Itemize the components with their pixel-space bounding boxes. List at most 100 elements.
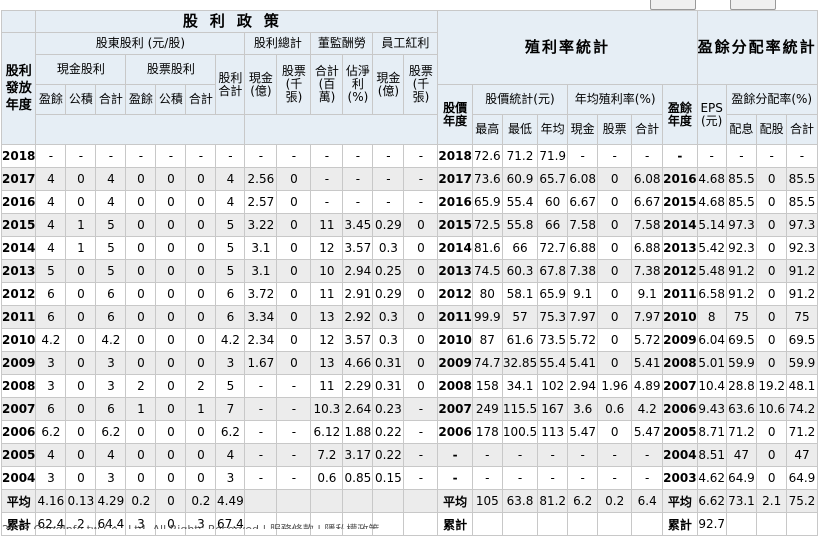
yield-section-header: 殖利率統計 xyxy=(437,10,698,85)
average-cell: 81.2 xyxy=(537,489,569,513)
table-cell: - xyxy=(372,167,405,191)
table-cell: 7 xyxy=(215,397,246,421)
table-row: 2015 4 1 5 0 0 0 5 3.22 0 11 3.45 0.29 0 2015 72.5 55.8 6… xyxy=(0,213,818,237)
table-cell: 0 xyxy=(597,213,633,237)
col-yield-cash: 現金 xyxy=(567,114,599,145)
table-cell: 0 xyxy=(65,167,97,191)
table-cell: 2 xyxy=(185,374,217,398)
col-avg-yield: 年均殖利率(%) xyxy=(567,84,664,115)
average-cell: 73.1 xyxy=(725,489,758,513)
table-cell: 2014 xyxy=(437,236,473,260)
table-cell: 69.5 xyxy=(786,328,818,352)
table-cell: 4.2 xyxy=(35,328,67,352)
table-cell: 5.72 xyxy=(631,328,664,352)
table-cell: 5.14 xyxy=(696,213,727,237)
average-cell xyxy=(342,489,374,513)
table-cell: 3.22 xyxy=(244,213,278,237)
toolbar-button-1[interactable] xyxy=(650,0,696,10)
table-cell: 2.64 xyxy=(342,397,374,421)
table-cell: 0 xyxy=(155,397,187,421)
table-cell: 5.41 xyxy=(631,351,664,375)
col-stock-1000: 股票(千張) xyxy=(276,54,312,115)
table-cell: 2.57 xyxy=(244,190,278,214)
col-share-price-year: 股價年度 xyxy=(437,84,473,145)
table-cell: 7.97 xyxy=(631,305,664,329)
table-cell: - xyxy=(631,466,664,490)
table-cell: 4.62 xyxy=(696,466,727,490)
table-cell: 0.3 xyxy=(372,236,405,260)
table-cell: - xyxy=(437,443,473,467)
table-cell: 71.2 xyxy=(501,144,539,168)
table-cell: 6.88 xyxy=(567,236,599,260)
toolbar-button-2[interactable] xyxy=(730,0,776,10)
table-cell: 3.6 xyxy=(567,397,599,421)
table-cell: 64.9 xyxy=(725,466,758,490)
table-cell: 66 xyxy=(537,213,569,237)
table-cell: 7.38 xyxy=(631,259,664,283)
table-cell: - xyxy=(471,443,503,467)
table-cell: - xyxy=(501,466,539,490)
table-cell: 0 xyxy=(597,282,633,306)
table-cell: 10.4 xyxy=(696,374,727,398)
table-cell: - xyxy=(756,144,788,168)
table-cell: - xyxy=(35,144,67,168)
table-cell: 7.2 xyxy=(310,443,344,467)
table-cell: - xyxy=(567,466,599,490)
table-cell: 11 xyxy=(310,282,344,306)
table-cell: 158 xyxy=(471,374,503,398)
table-cell: - xyxy=(437,466,473,490)
table-cell: 0 xyxy=(125,420,157,444)
table-cell: 73.6 xyxy=(471,167,503,191)
table-cell: - xyxy=(185,144,217,168)
table-cell: 0 xyxy=(125,305,157,329)
table-cell: 3.1 xyxy=(244,259,278,283)
table-cell: 0 xyxy=(65,420,97,444)
table-cell: 0 xyxy=(155,282,187,306)
table-row: 2007 6 0 6 1 0 1 7- -10.3 2.64 0.23-2007 249 115.5 16… xyxy=(0,397,818,421)
table-cell: 0 xyxy=(185,328,217,352)
table-cell: 71.2 xyxy=(725,420,758,444)
table-cell: 5 xyxy=(95,236,127,260)
table-cell: 6 xyxy=(95,305,127,329)
table-cell: 0 xyxy=(155,213,187,237)
table-cell: 85.5 xyxy=(725,167,758,191)
average-cell: 105 xyxy=(471,489,503,513)
table-cell: 6.67 xyxy=(567,190,599,214)
table-cell: 5 xyxy=(35,259,67,283)
table-cell: 1 xyxy=(65,213,97,237)
table-cell: 5.48 xyxy=(696,259,727,283)
table-cell: 75 xyxy=(786,305,818,329)
table-cell: 4 xyxy=(95,167,127,191)
average-cell: 平均 xyxy=(437,489,473,513)
table-cell: 72.6 xyxy=(471,144,503,168)
average-cell xyxy=(403,489,439,513)
table-cell: 6 xyxy=(95,397,127,421)
table-cell: 0 xyxy=(65,328,97,352)
table-cell: - xyxy=(276,466,312,490)
table-cell: 1 xyxy=(65,236,97,260)
dividend-table-container: 股利政策 殖利率統計 盈餘分配率統計 股利發放年度 股東股利 (元/股) 股利總… xyxy=(0,10,818,536)
table-cell: 5.01 xyxy=(696,351,727,375)
table-cell: 2014 xyxy=(0,236,37,260)
table-cell: 4 xyxy=(215,167,246,191)
table-cell: - xyxy=(372,144,405,168)
average-cell: 0 xyxy=(155,489,187,513)
table-cell: 63.6 xyxy=(725,397,758,421)
col-cash-earnings: 盈餘 xyxy=(35,84,67,115)
table-cell: 0 xyxy=(155,328,187,352)
table-cell: 5.47 xyxy=(567,420,599,444)
table-cell: 6.2 xyxy=(95,420,127,444)
table-cell: 65.9 xyxy=(537,282,569,306)
average-cell: 6.4 xyxy=(631,489,664,513)
table-cell: - xyxy=(215,144,246,168)
dividend-section-header: 股利政策 xyxy=(35,10,439,33)
col-payout-cash: 配息 xyxy=(725,114,758,145)
table-cell: 2008 xyxy=(437,374,473,398)
table-cell: 72.5 xyxy=(471,213,503,237)
table-cell: 2004 xyxy=(662,443,698,467)
table-cell: 3.17 xyxy=(342,443,374,467)
table-cell: 92.3 xyxy=(725,236,758,260)
table-cell: 0 xyxy=(185,167,217,191)
average-cell xyxy=(244,489,278,513)
table-cell: 58.1 xyxy=(501,282,539,306)
